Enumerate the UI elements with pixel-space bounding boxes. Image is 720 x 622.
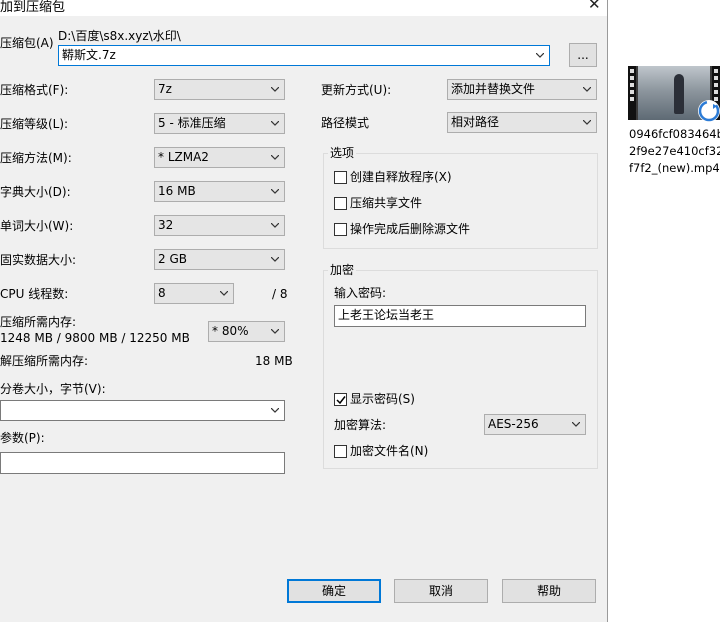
sync-badge-icon: [698, 100, 720, 122]
thumbnail-figure: [674, 74, 684, 114]
archive-name-value: 鞯斯文.7z: [62, 48, 116, 62]
encrypt-names-label: 加密文件名(N): [350, 444, 429, 458]
checkbox-box: [334, 196, 347, 210]
mem-decompress-label: 解压缩所需内存:: [0, 354, 89, 368]
ok-button[interactable]: 确定: [287, 579, 381, 603]
mem-percent-value: * 80%: [212, 324, 249, 338]
dict-select[interactable]: 16 MB: [154, 181, 285, 202]
sfx-checkbox[interactable]: 创建自释放程序(X): [334, 170, 452, 184]
archive-path: D:\百度\s8x.xyz\水印\: [58, 29, 181, 43]
browse-button[interactable]: ...: [569, 43, 597, 67]
encrypt-names-checkbox[interactable]: 加密文件名(N): [334, 444, 428, 458]
word-select[interactable]: 32: [154, 215, 285, 236]
mem-decompress-value: 18 MB: [255, 354, 293, 368]
solid-select[interactable]: 2 GB: [154, 249, 285, 270]
path-mode-select[interactable]: 相对路径: [447, 112, 597, 133]
chevron-down-icon: [583, 120, 591, 125]
add-to-archive-dialog: 加到压缩包 ✕ 压缩包(A) D:\百度\s8x.xyz\水印\ 鞯斯文.7z …: [0, 0, 608, 622]
threads-label: CPU 线程数:: [0, 287, 69, 301]
file-label-line-1: 0946fcf083464b: [629, 127, 720, 141]
word-label: 单词大小(W):: [0, 219, 74, 233]
mem-percent-select[interactable]: * 80%: [208, 321, 285, 342]
title-bar[interactable]: 加到压缩包 ✕: [0, 0, 607, 16]
path-mode-label: 路径模式: [321, 116, 370, 130]
level-label: 压缩等级(L):: [0, 117, 69, 131]
dict-label: 字典大小(D):: [0, 185, 71, 199]
word-value: 32: [158, 218, 174, 232]
update-select[interactable]: 添加并替换文件: [447, 79, 597, 100]
chevron-down-icon: [271, 257, 279, 262]
shared-label: 压缩共享文件: [350, 196, 423, 210]
checkmark-icon: [336, 395, 346, 404]
delete-source-label: 操作完成后删除源文件: [350, 222, 471, 236]
cancel-button[interactable]: 取消: [394, 579, 488, 603]
chevron-down-icon: [271, 189, 279, 194]
update-label: 更新方式(U):: [321, 83, 392, 97]
mem-compress-label: 压缩所需内存:: [0, 315, 77, 329]
method-select[interactable]: * LZMA2: [154, 147, 285, 168]
chevron-down-icon: [536, 53, 544, 58]
checkbox-box: [334, 170, 347, 184]
update-value: 添加并替换文件: [451, 82, 536, 96]
file-label-line-2: 2f9e27e410cf32: [629, 144, 720, 158]
path-mode-value: 相对路径: [451, 115, 500, 129]
checkbox-box: [334, 392, 347, 406]
volume-combobox[interactable]: [0, 400, 285, 421]
checkbox-box: [334, 444, 347, 458]
password-input[interactable]: 上老王论坛当老王: [334, 305, 586, 327]
chevron-down-icon: [271, 408, 279, 413]
enc-method-label: 加密算法:: [334, 418, 387, 432]
threads-value: 8: [158, 286, 166, 300]
threads-total: / 8: [272, 287, 288, 301]
chevron-down-icon: [583, 87, 591, 92]
chevron-down-icon: [271, 121, 279, 126]
archive-name-combobox[interactable]: 鞯斯文.7z: [58, 45, 550, 66]
help-button[interactable]: 帮助: [502, 579, 596, 603]
enc-method-select[interactable]: AES-256: [484, 414, 586, 435]
level-select[interactable]: 5 - 标准压缩: [154, 113, 285, 134]
method-value: * LZMA2: [158, 150, 209, 164]
show-password-label: 显示密码(S): [350, 392, 415, 406]
format-value: 7z: [158, 82, 172, 96]
password-label: 输入密码:: [334, 286, 387, 300]
close-icon[interactable]: ✕: [588, 0, 601, 13]
options-title: 选项: [328, 146, 357, 160]
volume-label: 分卷大小，字节(V):: [0, 382, 106, 396]
params-input[interactable]: [0, 452, 285, 474]
film-strip-left: [628, 66, 636, 120]
delete-source-checkbox[interactable]: 操作完成后删除源文件: [334, 222, 470, 236]
format-label: 压缩格式(F):: [0, 83, 69, 97]
solid-value: 2 GB: [158, 252, 187, 266]
params-label: 参数(P):: [0, 431, 45, 445]
checkbox-box: [334, 222, 347, 236]
solid-label: 固实数据大小:: [0, 253, 77, 267]
encryption-title: 加密: [328, 263, 357, 277]
level-value: 5 - 标准压缩: [158, 116, 226, 130]
method-label: 压缩方法(M):: [0, 151, 72, 165]
sfx-label: 创建自释放程序(X): [350, 170, 452, 184]
chevron-down-icon: [271, 155, 279, 160]
window-title: 加到压缩包: [0, 0, 66, 15]
threads-select[interactable]: 8: [154, 283, 234, 304]
chevron-down-icon: [271, 329, 279, 334]
shared-checkbox[interactable]: 压缩共享文件: [334, 196, 422, 210]
enc-method-value: AES-256: [488, 417, 539, 431]
chevron-down-icon: [271, 87, 279, 92]
file-label-line-3: f7f2_(new).mp4: [629, 161, 720, 175]
chevron-down-icon: [220, 291, 228, 296]
chevron-down-icon: [572, 422, 580, 427]
password-value: 上老王论坛当老王: [338, 308, 435, 322]
chevron-down-icon: [271, 223, 279, 228]
show-password-checkbox[interactable]: 显示密码(S): [334, 392, 415, 406]
mem-compress-detail: 1248 MB / 9800 MB / 12250 MB: [0, 331, 190, 345]
dict-value: 16 MB: [158, 184, 196, 198]
format-select[interactable]: 7z: [154, 79, 285, 100]
archive-label: 压缩包(A): [0, 36, 54, 50]
